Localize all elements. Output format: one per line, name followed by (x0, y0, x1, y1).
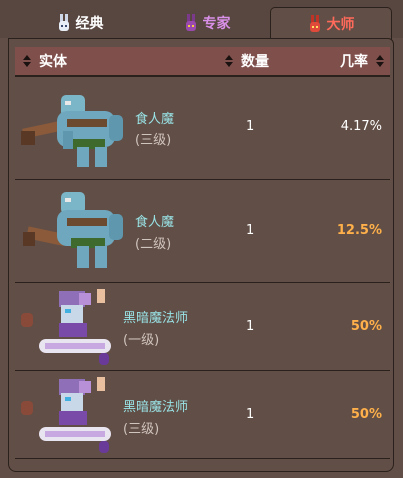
chance-header[interactable]: 几率 (340, 47, 384, 75)
quantity-header[interactable]: 数量 (225, 47, 269, 75)
tab-expert-label: 专家 (202, 16, 231, 32)
tab-classic[interactable]: 经典 (50, 8, 110, 38)
chance-cell: 50% (350, 319, 382, 334)
entity-name: 食人魔 (135, 215, 175, 230)
table-row: 食人魔 (二级) 1 12.5% (15, 180, 390, 283)
drop-table-panel: 实体 数量 几率 食人魔 (三级) 1 4.17% 食人魔 (二级) 1 12.… (8, 38, 394, 472)
entity-name: 黑暗魔法师 (123, 311, 189, 326)
sort-icon (225, 55, 233, 67)
tab-master-label: 大师 (326, 17, 355, 33)
entity-name: 食人魔 (135, 112, 175, 127)
table-row: 黑暗魔法师 (三级) 1 50% (15, 371, 390, 459)
quantity-header-label: 数量 (241, 54, 269, 70)
red-bunny-icon (309, 15, 320, 32)
sort-icon (376, 55, 384, 67)
entity-tier: (三级) (135, 133, 172, 148)
sort-icon (23, 55, 31, 67)
quantity-cell: 1 (246, 119, 255, 134)
ogre-icon (21, 95, 123, 167)
entity-header-label: 实体 (39, 54, 67, 70)
quantity-cell: 1 (246, 319, 255, 334)
chance-cell: 4.17% (340, 119, 382, 134)
white-bunny-icon (58, 14, 69, 31)
chance-cell: 50% (350, 407, 382, 422)
tab-master[interactable]: 大师 (270, 7, 392, 40)
tab-expert[interactable]: 专家 (176, 8, 238, 38)
ogre-icon (23, 192, 123, 268)
table-row: 黑暗魔法师 (一级) 1 50% (15, 283, 390, 371)
entity-tier: (一级) (123, 333, 160, 348)
purple-bunny-icon (185, 14, 196, 31)
quantity-cell: 1 (246, 407, 255, 422)
entity-tier: (三级) (123, 422, 160, 437)
entity-tier: (二级) (135, 237, 172, 252)
dark-mage-icon (21, 377, 111, 453)
entity-name: 黑暗魔法师 (123, 400, 189, 415)
quantity-cell: 1 (246, 223, 255, 238)
chance-header-label: 几率 (340, 54, 368, 70)
tab-classic-label: 经典 (75, 16, 104, 32)
entity-header[interactable]: 实体 (23, 47, 67, 75)
difficulty-tabs: 经典 专家 大师 (0, 0, 403, 40)
table-row: 食人魔 (三级) 1 4.17% (15, 77, 390, 180)
dark-mage-icon (21, 289, 111, 365)
table-header: 实体 数量 几率 (15, 47, 390, 77)
chance-cell: 12.5% (336, 223, 382, 238)
